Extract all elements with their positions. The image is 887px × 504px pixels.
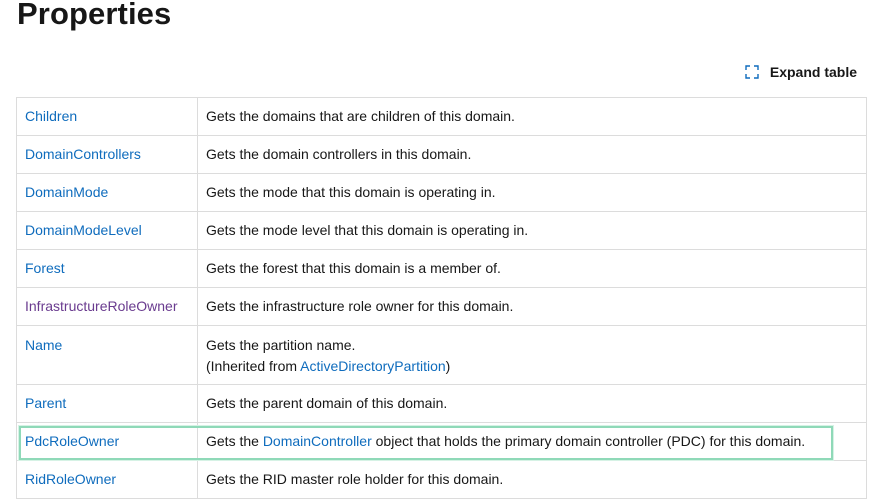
table-row: Parent Gets the parent domain of this do… (16, 384, 867, 423)
property-link-domaincontrollers[interactable]: DomainControllers (25, 146, 141, 162)
property-link-domainmodelevel[interactable]: DomainModeLevel (25, 222, 142, 238)
property-description: Gets the partition name. (Inherited from… (197, 325, 867, 385)
table-row: DomainControllers Gets the domain contro… (16, 135, 867, 174)
property-description: Gets the infrastructure role owner for t… (197, 287, 867, 326)
property-description: Gets the domains that are children of th… (197, 97, 867, 136)
property-description: Gets the mode level that this domain is … (197, 211, 867, 250)
properties-table: Children Gets the domains that are child… (16, 97, 867, 499)
page: Properties Expand table Children Gets th… (0, 0, 887, 504)
property-link-parent[interactable]: Parent (25, 395, 66, 411)
table-row: RidRoleOwner Gets the RID master role ho… (16, 460, 867, 499)
domaincontroller-link[interactable]: DomainController (263, 433, 372, 449)
table-row: Children Gets the domains that are child… (16, 97, 867, 136)
property-link-forest[interactable]: Forest (25, 260, 65, 276)
table-row: DomainMode Gets the mode that this domai… (16, 173, 867, 212)
description-suffix: object that holds the primary domain con… (371, 433, 806, 449)
expand-table-button[interactable]: Expand table (744, 64, 857, 80)
table-row: PdcRoleOwner Gets the DomainController o… (16, 422, 867, 461)
inherited-suffix: ) (445, 358, 451, 374)
property-description: Gets the parent domain of this domain. (197, 384, 867, 423)
expand-icon (744, 64, 760, 80)
property-description: Gets the forest that this domain is a me… (197, 249, 867, 288)
property-link-children[interactable]: Children (25, 108, 77, 124)
property-description: Gets the DomainController object that ho… (197, 422, 867, 461)
property-link-domainmode[interactable]: DomainMode (25, 184, 108, 200)
property-description: Gets the mode that this domain is operat… (197, 173, 867, 212)
expand-table-label: Expand table (769, 64, 857, 80)
inherited-prefix: (Inherited from (206, 358, 301, 374)
property-description: Gets the RID master role holder for this… (197, 460, 867, 499)
table-row: DomainModeLevel Gets the mode level that… (16, 211, 867, 250)
table-row: Name Gets the partition name. (Inherited… (16, 325, 867, 385)
table-row: InfrastructureRoleOwner Gets the infrast… (16, 287, 867, 326)
property-link-infrastructureroleowner[interactable]: InfrastructureRoleOwner (25, 298, 178, 314)
page-title: Properties (17, 0, 172, 31)
inherited-link[interactable]: ActiveDirectoryPartition (300, 358, 446, 374)
inherited-note: (Inherited from ActiveDirectoryPartition… (206, 356, 858, 377)
property-link-ridroleowner[interactable]: RidRoleOwner (25, 471, 116, 487)
table-row: Forest Gets the forest that this domain … (16, 249, 867, 288)
property-link-name[interactable]: Name (25, 337, 62, 353)
description-prefix: Gets the (206, 433, 263, 449)
property-link-pdcroleowner[interactable]: PdcRoleOwner (25, 433, 119, 449)
property-description: Gets the domain controllers in this doma… (197, 135, 867, 174)
description-text: Gets the partition name. (206, 337, 356, 353)
